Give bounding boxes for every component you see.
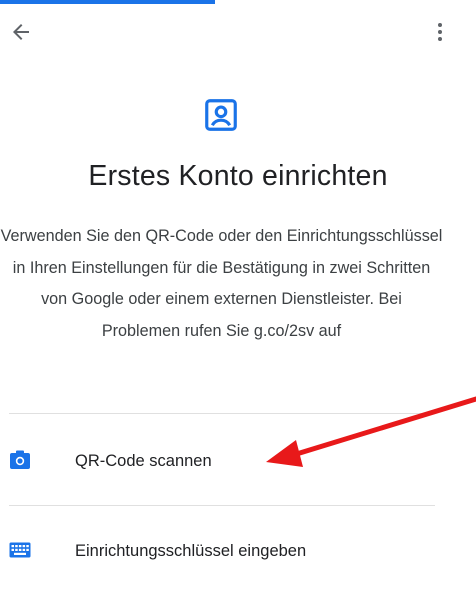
- back-button[interactable]: [3, 14, 39, 50]
- divider: [9, 505, 435, 506]
- keyboard-icon: [9, 539, 31, 561]
- page-description: Verwenden Sie den QR-Code oder den Einri…: [0, 227, 443, 340]
- arrow-back-icon: [13, 24, 29, 40]
- scan-qr-code-label: QR-Code scannen: [75, 452, 212, 470]
- divider: [9, 413, 435, 414]
- account-box-icon: [205, 99, 237, 131]
- enter-setup-key-label: Einrichtungsschlüssel eingeben: [75, 542, 307, 560]
- camera-icon: [9, 449, 31, 471]
- page-title: Erstes Konto einrichten: [88, 160, 388, 192]
- scan-qr-code-option[interactable]: QR-Code scannen: [0, 432, 440, 492]
- top-accent-line: [0, 0, 215, 4]
- setup-screen: Erstes Konto einrichten Verwenden Sie de…: [0, 0, 476, 590]
- more-vert-icon: [438, 23, 442, 41]
- more-options-button[interactable]: [422, 14, 458, 50]
- enter-setup-key-option[interactable]: Einrichtungsschlüssel eingeben: [0, 522, 440, 582]
